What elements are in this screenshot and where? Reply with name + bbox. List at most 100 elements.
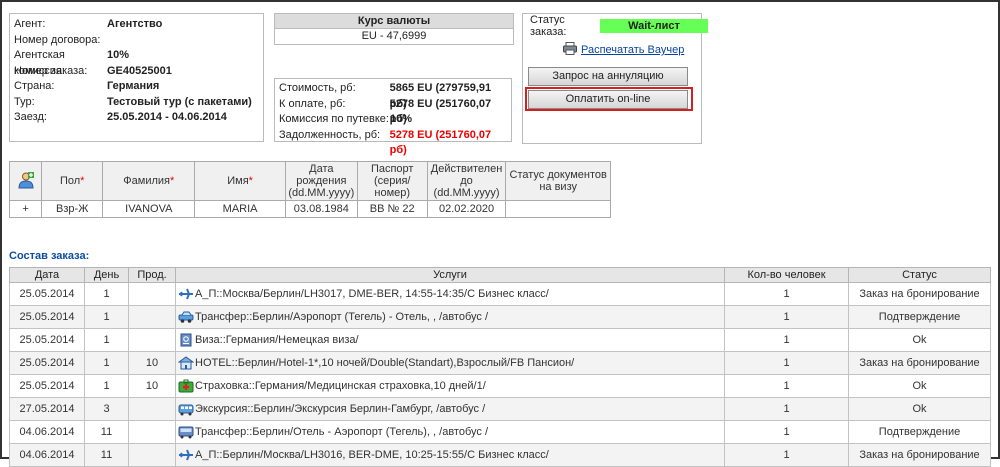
- agent-info-label: Страна:: [14, 80, 55, 92]
- order-prod: 10: [128, 374, 176, 398]
- order-status: Ok: [848, 328, 991, 352]
- agent-info-label: Заезд:: [14, 111, 47, 123]
- order-service-text: Трансфер::Берлин/Аэропорт (Тегель) - Оте…: [195, 310, 488, 323]
- order-day: 1: [84, 351, 129, 375]
- tourist-visa: [505, 200, 611, 218]
- tourist-sex: Взр-Ж: [41, 200, 104, 218]
- order-status: Заказ на бронирование: [848, 443, 991, 467]
- finance-label: Стоимость, рб:: [279, 82, 356, 94]
- order-row: 04.06.2014 11 Трансфер::Берлин/Отель - Аэр…: [9, 420, 991, 444]
- order-service: А_П::Москва/Берлин/LH3017, DME-BER, 14:5…: [175, 282, 725, 306]
- finance-label: К оплате, рб:: [279, 97, 346, 110]
- order-date: 25.05.2014: [9, 282, 85, 306]
- order-persons: 1: [724, 374, 849, 398]
- agent-info-label: Агентская комиссия:: [14, 49, 65, 77]
- order-persons: 1: [724, 397, 849, 421]
- order-status-label: Статус заказа:: [530, 14, 567, 38]
- order-table: Дата День Прод. Услуги Кол-во человек Ст…: [9, 267, 991, 467]
- col-sex: Пол*: [41, 161, 104, 201]
- agent-info-label: Номер заказа:: [14, 64, 88, 77]
- agent-info-label: Номер договора:: [14, 33, 101, 46]
- order-day: 11: [84, 443, 129, 467]
- order-date: 25.05.2014: [9, 305, 85, 329]
- col-valid: Действителен до (dd.MM.yyyy): [426, 161, 507, 201]
- order-day: 1: [84, 374, 129, 398]
- order-date: 25.05.2014: [9, 374, 85, 398]
- order-persons: 1: [724, 420, 849, 444]
- order-service-text: Трансфер::Берлин/Отель - Аэропорт (Тегел…: [195, 425, 488, 438]
- tourists-table: Пол* Фамилия* Имя* Дата рождения (dd.MM.…: [8, 161, 611, 218]
- col-visa: Статус документов на визу: [505, 161, 611, 201]
- agent-info-row: Заезд: 25.05.2014 - 04.06.2014: [14, 110, 263, 126]
- order-prod: [128, 397, 176, 421]
- currency-panel: Курс валюты EU - 47,6999: [274, 13, 514, 45]
- order-row: 27.05.2014 3 Экскурсия::Берлин/Экскурсия Б…: [9, 397, 991, 421]
- tourist-valid: 02.02.2020: [426, 200, 507, 218]
- add-tourist-header[interactable]: [8, 161, 43, 201]
- add-tourist-button[interactable]: +: [8, 200, 43, 218]
- order-row: 25.05.2014 1 Виза::Германия/Немецкая виза/…: [9, 328, 991, 352]
- currency-rate: EU - 47,6999: [361, 30, 427, 42]
- hotel-icon: [177, 356, 195, 370]
- agent-info-value: 25.05.2014 - 04.06.2014: [107, 111, 227, 123]
- printer-icon: [563, 42, 577, 58]
- agent-info-row: Агентская комиссия: 10%: [14, 48, 263, 77]
- airplane-icon: [178, 287, 194, 301]
- finance-value: 5278 EU (251760,07 рб): [389, 128, 492, 157]
- order-date: 27.05.2014: [9, 397, 85, 421]
- bus-icon: [178, 425, 194, 439]
- order-service: Виза::Германия/Немецкая виза/: [175, 328, 725, 352]
- medical-insurance-icon: [178, 379, 194, 393]
- col-surname: Фамилия*: [102, 161, 196, 201]
- finance-row: Задолженность, рб: 5278 EU (251760,07 рб): [279, 128, 511, 157]
- order-service: HOTEL::Берлин/Hotel-1*,10 ночей/Double(S…: [175, 351, 725, 375]
- agent-info-row: Страна: Германия: [14, 79, 263, 95]
- order-persons: 1: [724, 282, 849, 306]
- agent-info-value: Агентство: [107, 18, 163, 30]
- order-service: Трансфер::Берлин/Аэропорт (Тегель) - Оте…: [175, 305, 725, 329]
- order-service-text: HOTEL::Берлин/Hotel-1*,10 ночей/Double(S…: [195, 356, 575, 369]
- order-prod: [128, 443, 176, 467]
- order-status-badge: Wait-лист: [600, 19, 708, 33]
- order-prod: [128, 305, 176, 329]
- finance-value: 5278 EU (251760,07 рб): [389, 97, 492, 126]
- order-day: 3: [84, 397, 129, 421]
- car-icon: [178, 310, 194, 324]
- col-status: Статус: [848, 267, 991, 283]
- order-prod: [128, 328, 176, 352]
- cancel-request-button[interactable]: Запрос на аннуляцию: [528, 67, 688, 86]
- order-service: Страховка::Германия/Медицинская страховк…: [175, 374, 725, 398]
- order-status: Заказ на бронирование: [848, 282, 991, 306]
- tourist-row: + Взр-Ж IVANOVA MARIA 03.08.1984 BB № 22…: [8, 200, 611, 218]
- col-services: Услуги: [175, 267, 725, 283]
- order-service: Экскурсия::Берлин/Экскурсия Берлин-Гамбу…: [175, 397, 725, 421]
- order-date: 04.06.2014: [9, 420, 85, 444]
- agent-info-row: Номер заказа: GE40525001: [14, 64, 263, 80]
- order-row: 25.05.2014 1 10 HOTEL::Берлин/Hotel-1*,10 н…: [9, 351, 991, 375]
- finance-value: 10%: [390, 113, 413, 125]
- col-prod: Прод.: [128, 267, 176, 283]
- agent-info-value: Тестовый тур (с пакетами): [107, 95, 252, 108]
- order-persons: 1: [724, 443, 849, 467]
- order-row: 04.06.2014 11 А_П::Берлин/Москва/LH3016, B…: [9, 443, 991, 467]
- finance-row: К оплате, рб: 5278 EU (251760,07 рб): [279, 97, 511, 126]
- finance-row: Комиссия по путевке: 10%: [279, 112, 511, 128]
- tourist-surname: IVANOVA: [102, 200, 196, 218]
- col-passport: Паспорт (серия/номер): [356, 161, 428, 201]
- pay-online-button[interactable]: Оплатить on-line: [528, 90, 688, 109]
- agent-info-label: Агент:: [14, 18, 46, 30]
- agent-info-label: Тур:: [14, 95, 35, 108]
- col-name: Имя*: [194, 161, 286, 201]
- order-day: 1: [84, 305, 129, 329]
- order-service-text: Страховка::Германия/Медицинская страховк…: [195, 379, 486, 392]
- passport-icon: [178, 333, 194, 347]
- agent-info-row: Номер договора:: [14, 33, 263, 49]
- print-voucher-link[interactable]: Распечатать Ваучер: [581, 44, 684, 56]
- order-prod: [128, 282, 176, 306]
- add-person-icon[interactable]: [17, 171, 35, 192]
- order-service-text: Экскурсия::Берлин/Экскурсия Берлин-Гамбу…: [195, 402, 486, 415]
- airplane-icon: [178, 448, 194, 462]
- agent-info-panel: Агент: Агентство Номер договора: Агентская …: [9, 13, 264, 142]
- tourist-passport: BB № 22: [356, 200, 428, 218]
- agent-info-value: 10%: [107, 49, 130, 61]
